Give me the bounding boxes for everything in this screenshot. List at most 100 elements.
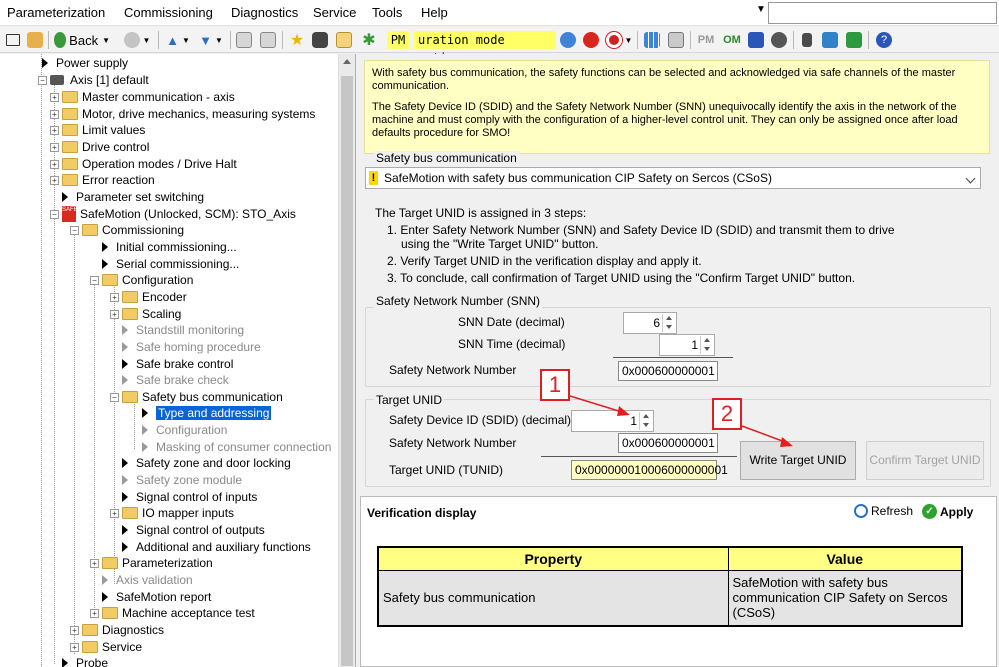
globe-icon[interactable] bbox=[558, 30, 578, 50]
collapse-icon[interactable]: − bbox=[70, 225, 79, 235]
tree-scrollbar[interactable] bbox=[338, 54, 355, 667]
tree-item-parameter-set-switching[interactable]: Parameter set switching bbox=[58, 189, 204, 205]
om-mode-button[interactable]: OM bbox=[720, 30, 744, 50]
network-icon[interactable] bbox=[797, 30, 817, 50]
tree-item-io-mapper-inputs[interactable]: + IO mapper inputs bbox=[110, 505, 234, 521]
map-icon[interactable] bbox=[844, 30, 864, 50]
scroll-thumb[interactable] bbox=[341, 76, 353, 666]
tree-item-safemotion-report[interactable]: SafeMotion report bbox=[98, 589, 211, 605]
tree-item-power-supply[interactable]: Power supply bbox=[38, 55, 128, 71]
collapse-icon[interactable]: − bbox=[110, 392, 119, 402]
expand-icon[interactable]: + bbox=[70, 642, 79, 652]
pm-mode-button[interactable]: PM bbox=[694, 30, 718, 50]
menu-tools[interactable]: Tools bbox=[372, 5, 402, 20]
menu-help[interactable]: Help bbox=[421, 5, 448, 20]
calendar-icon[interactable] bbox=[334, 30, 354, 50]
parameter-save-icon[interactable] bbox=[258, 30, 278, 50]
tree-item-limit-values[interactable]: + Limit values bbox=[50, 122, 145, 138]
spin-icon[interactable] bbox=[662, 314, 675, 332]
search-input[interactable] bbox=[768, 2, 997, 24]
mode-switch-icon[interactable]: ✱ bbox=[358, 30, 380, 50]
tree-item-standstill-monitoring[interactable]: Standstill monitoring bbox=[118, 322, 244, 338]
expand-icon[interactable]: + bbox=[50, 125, 59, 135]
spin-icon[interactable] bbox=[639, 412, 652, 430]
bus-communication-select[interactable]: ! SafeMotion with safety bus communicati… bbox=[365, 167, 981, 189]
tree-item-diagnostics[interactable]: + Diagnostics bbox=[70, 622, 164, 638]
tree-item-safemotion[interactable]: − SAFE SCM SafeMotion (Unlocked, SCM): STO… bbox=[50, 206, 296, 222]
menu-parameterization[interactable]: Parameterization bbox=[7, 5, 105, 20]
tree-item-drive-control[interactable]: + Drive control bbox=[50, 139, 149, 155]
expand-icon[interactable]: + bbox=[90, 558, 99, 568]
tree-item-initial-commissioning[interactable]: Initial commissioning... bbox=[98, 239, 237, 255]
tree-item-axis-validation[interactable]: Axis validation bbox=[98, 572, 193, 588]
tree-item-safety-bus-communication[interactable]: − Safety bus communication bbox=[110, 389, 283, 405]
expand-icon[interactable]: + bbox=[50, 175, 59, 185]
home-icon[interactable] bbox=[26, 30, 44, 50]
menu-commissioning[interactable]: Commissioning bbox=[124, 5, 213, 20]
scroll-up-icon[interactable] bbox=[343, 59, 351, 64]
tree-item-probe[interactable]: Probe bbox=[58, 655, 108, 667]
menu-diagnostics[interactable]: Diagnostics bbox=[231, 5, 298, 20]
tree-item-operation-modes[interactable]: + Operation modes / Drive Halt bbox=[50, 156, 237, 172]
monitor-icon[interactable] bbox=[820, 30, 840, 50]
navigate-up-icon[interactable]: ▲ ▼ bbox=[163, 30, 193, 50]
error-reset-icon[interactable] bbox=[581, 30, 601, 50]
expand-icon[interactable]: + bbox=[50, 109, 59, 119]
confirm-target-unid-button[interactable]: Confirm Target UNID bbox=[866, 441, 984, 480]
tree-item-signal-control-inputs[interactable]: Signal control of inputs bbox=[118, 489, 257, 505]
tree-item-error-reaction[interactable]: + Error reaction bbox=[50, 172, 155, 188]
expand-icon[interactable]: + bbox=[50, 159, 59, 169]
expand-icon[interactable]: + bbox=[110, 508, 119, 518]
expand-icon[interactable]: + bbox=[70, 625, 79, 635]
tree-item-machine-acceptance[interactable]: + Machine acceptance test bbox=[90, 605, 255, 621]
tree-item-safe-homing[interactable]: Safe homing procedure bbox=[118, 339, 261, 355]
tree-item-master-communication[interactable]: + Master communication - axis bbox=[50, 89, 235, 105]
navigate-down-icon[interactable]: ▼ ▼ bbox=[196, 30, 226, 50]
tree-item-parameterization[interactable]: + Parameterization bbox=[90, 555, 213, 571]
tree-item-safe-brake-check[interactable]: Safe brake check bbox=[118, 372, 229, 388]
settings-gear-icon[interactable] bbox=[769, 30, 789, 50]
tree-item-scaling[interactable]: + Scaling bbox=[110, 306, 181, 322]
expand-icon[interactable]: + bbox=[90, 608, 99, 618]
apply-button[interactable]: ✓ Apply bbox=[922, 504, 973, 519]
binoculars-icon[interactable] bbox=[310, 30, 330, 50]
print-icon[interactable] bbox=[666, 30, 686, 50]
expand-icon[interactable]: + bbox=[50, 142, 59, 152]
tree-item-safe-brake-control[interactable]: Safe brake control bbox=[118, 356, 233, 372]
tree-item-safety-zone-module[interactable]: Safety zone module bbox=[118, 472, 242, 488]
forward-button[interactable]: ▼ bbox=[120, 30, 154, 50]
grid-icon[interactable] bbox=[642, 30, 662, 50]
parameter-file-icon[interactable] bbox=[234, 30, 254, 50]
tree-item-additional-functions[interactable]: Additional and auxiliary functions bbox=[118, 539, 311, 555]
sdid-stepper[interactable]: 1 bbox=[571, 410, 654, 432]
tree-item-type-and-addressing[interactable]: Type and addressing bbox=[138, 405, 272, 421]
snn-time-stepper[interactable]: 1 bbox=[659, 334, 715, 356]
refresh-button[interactable]: Refresh bbox=[854, 504, 913, 518]
window-icon[interactable] bbox=[4, 30, 22, 50]
tree-item-service[interactable]: + Service bbox=[70, 639, 142, 655]
expand-icon[interactable]: + bbox=[50, 92, 59, 102]
tree-item-serial-commissioning[interactable]: Serial commissioning... bbox=[98, 256, 239, 272]
tree-item-masking-consumer[interactable]: Masking of consumer connection bbox=[138, 439, 331, 455]
write-target-unid-button[interactable]: Write Target UNID bbox=[740, 441, 856, 480]
drive-target-icon[interactable]: ▼ bbox=[604, 30, 634, 50]
tree-item-safety-zone-door[interactable]: Safety zone and door locking bbox=[118, 455, 291, 471]
help-icon[interactable]: ? bbox=[874, 30, 894, 50]
dropdown-arrow-icon[interactable]: ▼ bbox=[756, 4, 766, 15]
tree-item-axis[interactable]: − Axis [1] default bbox=[38, 72, 149, 88]
tree-item-commissioning[interactable]: − Commissioning bbox=[70, 222, 184, 238]
tree-item-motor[interactable]: + Motor, drive mechanics, measuring syste… bbox=[50, 106, 315, 122]
favorite-star-icon[interactable]: ★ bbox=[287, 30, 307, 50]
back-button[interactable]: Back ▼ bbox=[54, 30, 110, 50]
expand-icon[interactable]: + bbox=[110, 292, 119, 302]
collapse-icon[interactable]: − bbox=[50, 209, 59, 219]
spin-icon[interactable] bbox=[700, 336, 713, 354]
tree-item-configuration[interactable]: − Configuration bbox=[90, 272, 193, 288]
tree-item-signal-control-outputs[interactable]: Signal control of outputs bbox=[118, 522, 265, 538]
expand-icon[interactable]: + bbox=[110, 309, 119, 319]
pa-icon[interactable] bbox=[746, 30, 766, 50]
menu-service[interactable]: Service bbox=[313, 5, 356, 20]
tree-item-encoder[interactable]: + Encoder bbox=[110, 289, 187, 305]
collapse-icon[interactable]: − bbox=[90, 275, 99, 285]
snn-date-stepper[interactable]: 6 bbox=[623, 312, 677, 334]
